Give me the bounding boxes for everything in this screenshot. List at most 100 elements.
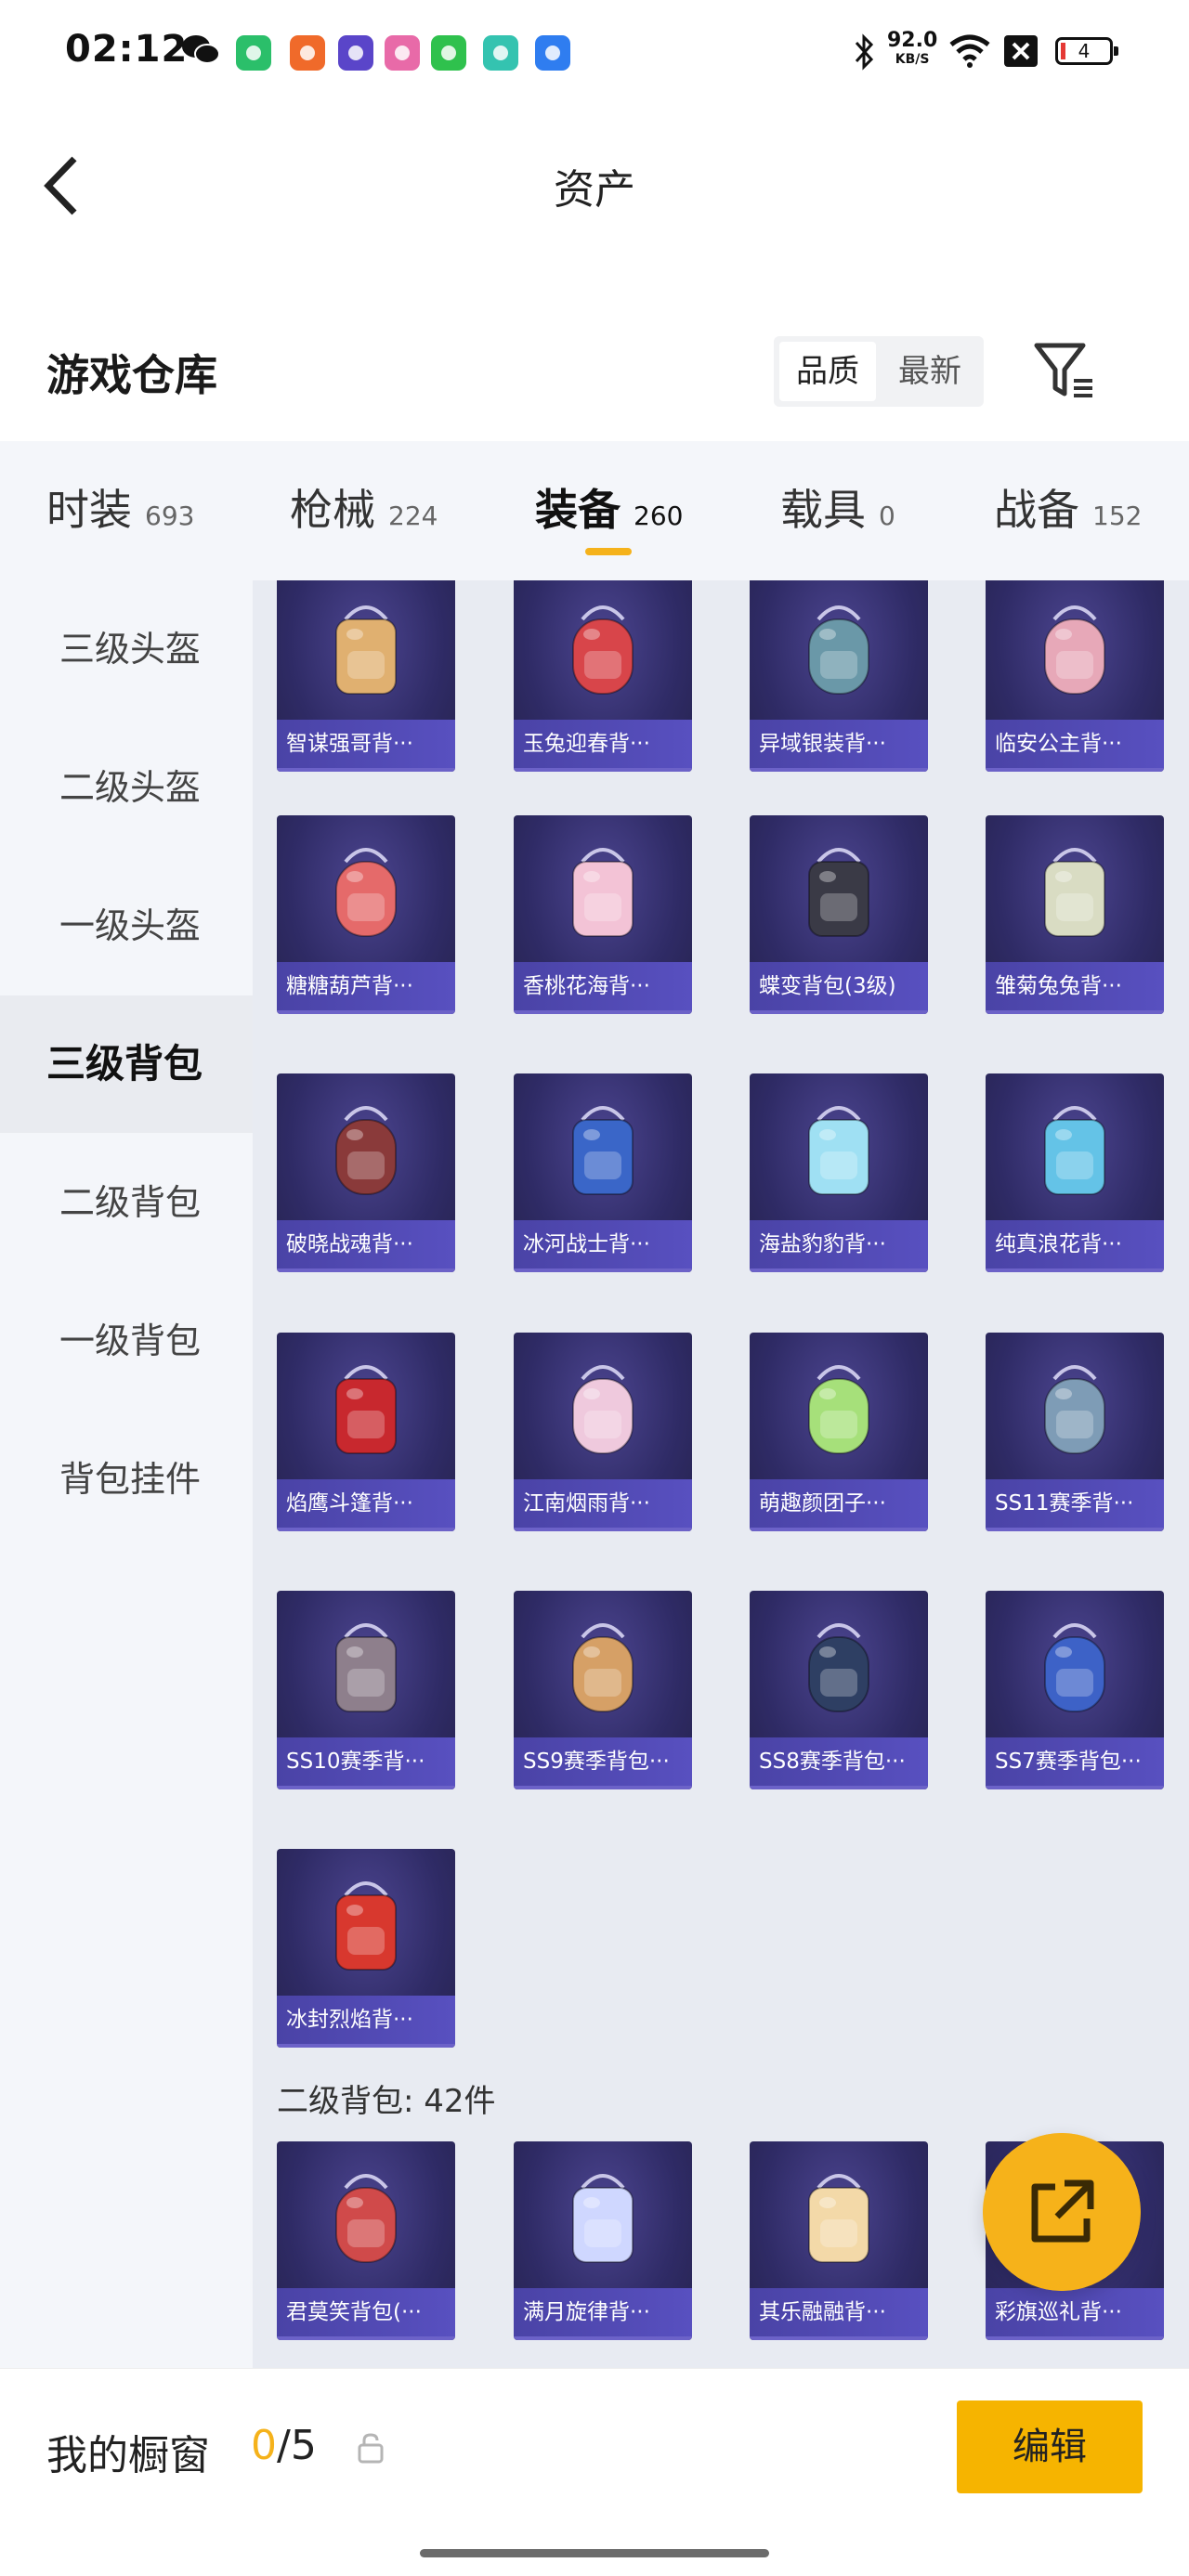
showcase-label: 我的橱窗 bbox=[46, 2432, 210, 2479]
battery-level: 4 bbox=[1078, 40, 1091, 62]
bottom-bar: 我的橱窗 0/5 编辑 bbox=[0, 2368, 1189, 2576]
item-card[interactable]: 满月旋律背··· bbox=[514, 2141, 692, 2340]
item-card[interactable]: 冰河战士背··· bbox=[514, 1073, 692, 1272]
item-card[interactable]: 糖糖葫芦背··· bbox=[277, 815, 455, 1014]
tab-2[interactable]: 装备 260 bbox=[535, 476, 683, 541]
item-card[interactable]: 海盐豹豹背··· bbox=[750, 1073, 928, 1272]
filter-button[interactable] bbox=[1031, 336, 1098, 403]
showcase-count: 0/5 bbox=[251, 2422, 317, 2469]
sort-toggle: 品质 最新 bbox=[774, 336, 984, 407]
wechat-icon bbox=[182, 35, 220, 64]
bluetooth-icon bbox=[855, 33, 874, 71]
warehouse-title: 游戏仓库 bbox=[46, 350, 217, 400]
tab-label: 时装 bbox=[46, 485, 132, 535]
app-shop-icon bbox=[431, 35, 466, 71]
tab-count: 693 bbox=[145, 501, 195, 531]
item-card[interactable]: 纯真浪花背··· bbox=[986, 1073, 1164, 1272]
backpack-icon bbox=[1044, 605, 1105, 695]
item-name: 焰鹰斗篷背··· bbox=[277, 1479, 455, 1528]
item-card[interactable]: 其乐融融背··· bbox=[750, 2141, 928, 2340]
tab-count: 260 bbox=[634, 501, 684, 531]
showcase-separator: / bbox=[277, 2422, 291, 2469]
item-name: 玉兔迎春背··· bbox=[514, 720, 692, 768]
app-teal-icon bbox=[483, 35, 518, 71]
sort-quality-button[interactable]: 品质 bbox=[779, 342, 876, 401]
backpack-icon bbox=[572, 848, 634, 937]
sidebar-item-3[interactable]: 三级背包 bbox=[0, 995, 253, 1133]
notification-x-icon bbox=[1004, 35, 1038, 67]
item-name: 彩旗巡礼背··· bbox=[986, 2288, 1164, 2336]
network-speed-unit: KB/S bbox=[895, 52, 930, 67]
tab-0[interactable]: 时装 693 bbox=[46, 476, 194, 541]
item-name: SS7赛季背包··· bbox=[986, 1737, 1164, 1786]
network-speed-value: 92.0 bbox=[887, 29, 938, 52]
item-card[interactable]: SS8赛季背包··· bbox=[750, 1591, 928, 1789]
backpack-icon bbox=[808, 848, 869, 937]
tab-count: 224 bbox=[388, 501, 438, 531]
item-card[interactable]: 临安公主背··· bbox=[986, 580, 1164, 772]
backpack-icon bbox=[335, 605, 397, 695]
item-grid: 智谋强哥背··· 玉兔迎春背··· 异域银装背··· 临安公主背··· 糖糖葫芦背···… bbox=[253, 580, 1189, 2368]
item-name: 破晓战魂背··· bbox=[277, 1220, 455, 1268]
backpack-icon bbox=[808, 605, 869, 695]
item-card[interactable]: SS9赛季背包··· bbox=[514, 1591, 692, 1789]
item-card[interactable]: 冰封烈焰背··· bbox=[277, 1849, 455, 2048]
tab-3[interactable]: 载具 0 bbox=[780, 476, 895, 541]
item-card[interactable]: SS10赛季背··· bbox=[277, 1591, 455, 1789]
tab-label: 战备 bbox=[994, 485, 1079, 535]
item-card[interactable]: 蝶变背包(3级) bbox=[750, 815, 928, 1014]
item-card[interactable]: 破晓战魂背··· bbox=[277, 1073, 455, 1272]
backpack-icon bbox=[1044, 1365, 1105, 1454]
sidebar-item-2[interactable]: 一级头盔 bbox=[0, 857, 253, 995]
backpack-icon bbox=[572, 1623, 634, 1712]
section-header: 二级背包: 42件 bbox=[277, 2083, 496, 2120]
item-card[interactable]: 江南烟雨背··· bbox=[514, 1333, 692, 1531]
sidebar-item-4[interactable]: 二级背包 bbox=[0, 1134, 253, 1271]
backpack-icon bbox=[335, 1365, 397, 1454]
item-card[interactable]: 焰鹰斗篷背··· bbox=[277, 1333, 455, 1531]
share-button[interactable] bbox=[983, 2133, 1141, 2291]
item-name: 纯真浪花背··· bbox=[986, 1220, 1164, 1268]
item-card[interactable]: 智谋强哥背··· bbox=[277, 580, 455, 772]
item-name: 智谋强哥背··· bbox=[277, 720, 455, 768]
item-card[interactable]: SS11赛季背··· bbox=[986, 1333, 1164, 1531]
sidebar-item-0[interactable]: 三级头盔 bbox=[0, 580, 253, 718]
tab-4[interactable]: 战备 152 bbox=[994, 476, 1142, 541]
active-tab-indicator bbox=[585, 548, 632, 555]
tab-1[interactable]: 枪械 224 bbox=[290, 476, 438, 541]
home-indicator[interactable] bbox=[420, 2549, 769, 2557]
sidebar-item-1[interactable]: 二级头盔 bbox=[0, 719, 253, 856]
backpack-icon bbox=[572, 1106, 634, 1195]
tab-count: 152 bbox=[1092, 501, 1143, 531]
backpack-icon bbox=[1044, 848, 1105, 937]
app-green-icon bbox=[236, 35, 271, 71]
tab-label: 载具 bbox=[780, 485, 866, 535]
item-card[interactable]: 香桃花海背··· bbox=[514, 815, 692, 1014]
backpack-icon bbox=[808, 1365, 869, 1454]
item-name: SS9赛季背包··· bbox=[514, 1737, 692, 1786]
lock-icon bbox=[358, 2433, 384, 2464]
sidebar-item-5[interactable]: 一级背包 bbox=[0, 1272, 253, 1410]
item-name: 君莫笑背包(··· bbox=[277, 2288, 455, 2336]
backpack-icon bbox=[572, 1365, 634, 1454]
backpack-icon bbox=[808, 1106, 869, 1195]
item-card[interactable]: 异域银装背··· bbox=[750, 580, 928, 772]
sort-latest-button[interactable]: 最新 bbox=[882, 342, 978, 401]
item-card[interactable]: SS7赛季背包··· bbox=[986, 1591, 1164, 1789]
tab-label: 枪械 bbox=[290, 485, 375, 535]
edit-button[interactable]: 编辑 bbox=[957, 2400, 1143, 2493]
status-bar: 02:12 92.0 KB/S 4 bbox=[0, 0, 1189, 102]
item-name: 冰封烈焰背··· bbox=[277, 1996, 455, 2044]
app-orange-icon bbox=[290, 35, 325, 71]
item-name: 异域银装背··· bbox=[750, 720, 928, 768]
item-name: 海盐豹豹背··· bbox=[750, 1220, 928, 1268]
item-card[interactable]: 君莫笑背包(··· bbox=[277, 2141, 455, 2340]
item-card[interactable]: 萌趣颜团子··· bbox=[750, 1333, 928, 1531]
page-title: 资产 bbox=[554, 166, 635, 214]
item-card[interactable]: 玉兔迎春背··· bbox=[514, 580, 692, 772]
item-card[interactable]: 雏菊兔兔背··· bbox=[986, 815, 1164, 1014]
backpack-icon bbox=[572, 2174, 634, 2263]
item-name: 临安公主背··· bbox=[986, 720, 1164, 768]
sidebar-item-6[interactable]: 背包挂件 bbox=[0, 1411, 253, 1548]
battery-icon: 4 bbox=[1055, 37, 1118, 65]
